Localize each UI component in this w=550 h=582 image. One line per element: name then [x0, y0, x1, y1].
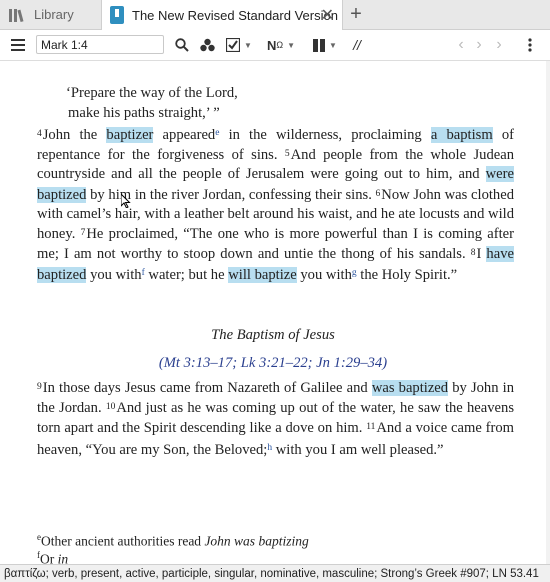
menu-icon[interactable] — [8, 30, 28, 60]
bible-book-icon — [110, 6, 124, 24]
section-heading: The Baptism of Jesus — [211, 327, 335, 343]
verse-text: appeared — [153, 127, 216, 143]
poem-line: ‘Prepare the way of the Lord, — [66, 85, 238, 101]
footnote-text: Other ancient authorities read — [41, 533, 205, 549]
tab-library[interactable]: Library — [8, 0, 100, 29]
verse-number[interactable]: 7 — [81, 228, 86, 238]
tab-nrsv[interactable]: The New Revised Standard Version ✕ — [101, 0, 343, 30]
verse-number[interactable]: 10 — [106, 402, 116, 412]
checklist-icon[interactable]: ▼ — [222, 30, 256, 60]
tab-bar: Library The New Revised Standard Version… — [0, 0, 550, 30]
passage-view[interactable]: ‘Prepare the way of the Lord, make his p… — [0, 61, 546, 567]
footnote-italic: John was baptizing — [204, 533, 309, 549]
back-icon[interactable]: ‹ — [452, 30, 470, 60]
verse-number[interactable]: 11 — [366, 422, 375, 432]
status-text: βαπτίζω; verb, present, active, particip… — [4, 567, 539, 580]
verse-text: in the wilderness, proclaiming — [219, 127, 431, 143]
poem-line: make his paths straight,’ ” — [68, 105, 220, 121]
scrollbar[interactable] — [546, 61, 550, 564]
panel-layout-icon[interactable]: ▼ — [306, 30, 344, 60]
verse-text: He proclaimed, “The one who is more powe… — [37, 226, 514, 263]
verse-number[interactable]: 4 — [37, 129, 42, 139]
verse-number[interactable]: 5 — [285, 149, 290, 159]
overflow-menu-icon[interactable] — [520, 30, 540, 60]
cross-reference[interactable]: (Mt 3:13–17; Lk 3:21–22; Jn 1:29–34) — [0, 355, 546, 372]
parallel-icon[interactable]: // — [347, 30, 367, 60]
highlighted-word[interactable]: baptizer — [106, 127, 154, 143]
verse-text: the Holy Spirit.” — [356, 267, 458, 284]
verses-4-8: 4John the baptizer appearede in the wild… — [37, 124, 514, 286]
verse-number[interactable]: 9 — [37, 382, 42, 392]
highlighted-word[interactable]: was baptized — [371, 380, 449, 396]
footnote-e: eOther ancient authorities read John was… — [37, 532, 309, 550]
tab-nrsv-label: The New Revised Standard Version — [132, 7, 338, 23]
verses-9-11: 9In those days Jesus came from Nazareth … — [37, 378, 514, 460]
highlighted-word[interactable]: a baptism — [430, 127, 493, 143]
close-tab-icon[interactable]: ✕ — [321, 5, 334, 25]
chevron-down-icon: ▼ — [329, 40, 337, 50]
mouse-pointer-icon — [121, 194, 131, 208]
verse-number[interactable]: 6 — [376, 189, 381, 199]
interlinear-icon[interactable]: NΩ ▼ — [263, 30, 299, 60]
toolbar: ▼ NΩ ▼ ▼ // ‹ › › — [0, 30, 550, 61]
highlighted-word[interactable]: will baptize — [228, 267, 297, 284]
verse-text: I — [476, 246, 487, 263]
verse-text: John the — [42, 127, 107, 143]
history-icon[interactable]: › — [490, 30, 508, 60]
tab-library-label: Library — [34, 7, 74, 22]
verse-text: you with — [86, 267, 142, 284]
search-icon[interactable] — [172, 30, 192, 60]
chevron-down-icon: ▼ — [244, 40, 252, 50]
verse-text: water; but he — [144, 267, 229, 284]
visual-filters-icon[interactable] — [197, 30, 217, 60]
verse-text: with you I am well pleased.” — [272, 441, 444, 458]
chevron-down-icon: ▼ — [287, 40, 296, 50]
verse-number[interactable]: 8 — [471, 248, 476, 258]
verse-text: In those days Jesus came from Nazareth o… — [42, 380, 372, 396]
add-tab-button[interactable]: + — [345, 0, 367, 29]
library-icon — [9, 8, 24, 22]
forward-icon[interactable]: › — [470, 30, 488, 60]
verse-text: you with — [296, 267, 352, 284]
status-bar: βαπτίζω; verb, present, active, particip… — [0, 564, 550, 582]
reference-input[interactable] — [36, 35, 164, 54]
